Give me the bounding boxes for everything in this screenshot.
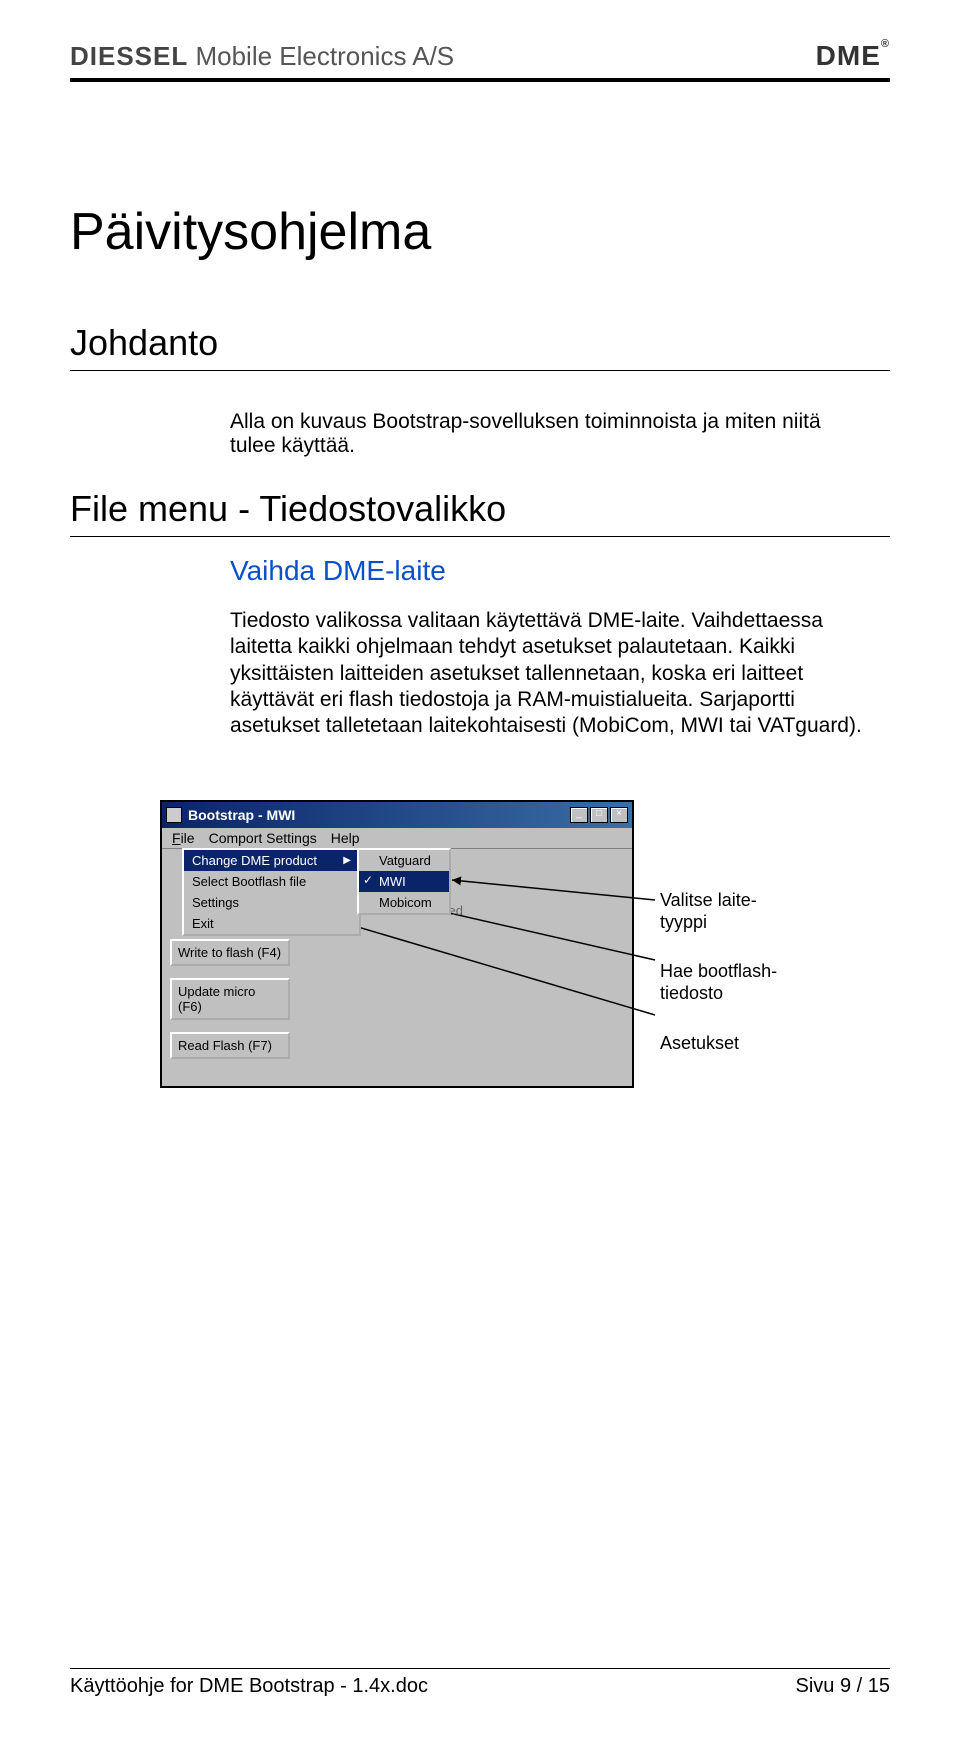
- read-flash-button[interactable]: Read Flash (F7): [170, 1032, 290, 1059]
- callout-device-type: Valitse laite-tyyppi: [660, 890, 800, 933]
- menu-file[interactable]: File: [166, 830, 201, 846]
- brand-left: DIESSEL Mobile Electronics A/S: [70, 41, 454, 72]
- brand-dme: DME: [816, 40, 881, 71]
- menu-item-label: Settings: [192, 895, 239, 910]
- titlebar: Bootstrap - MWI _ □ ×: [162, 802, 632, 828]
- callout-settings: Asetukset: [660, 1033, 800, 1055]
- app-icon: [166, 807, 182, 823]
- section-heading-intro: Johdanto: [70, 322, 890, 364]
- section-divider-2: [70, 536, 890, 537]
- callout-bootflash-file: Hae bootflash-tiedosto: [660, 961, 800, 1004]
- page-footer: Käyttöohje for DME Bootstrap - 1.4x.doc …: [70, 1668, 890, 1698]
- footer-right: Sivu 9 / 15: [795, 1675, 890, 1698]
- subheading-change-device: Vaihda DME-laite: [230, 555, 870, 587]
- menubar: File Comport Settings Help: [162, 828, 632, 849]
- menu-item-select-bootflash[interactable]: Select Bootflash file: [184, 871, 359, 892]
- footer-left: Käyttöohje for DME Bootstrap - 1.4x.doc: [70, 1675, 428, 1698]
- submenu-item-vatguard[interactable]: Vatguard: [359, 850, 449, 871]
- maximize-button[interactable]: □: [590, 807, 608, 823]
- minimize-button[interactable]: _: [570, 807, 588, 823]
- submenu-item-mwi[interactable]: MWI: [359, 871, 449, 892]
- write-flash-button[interactable]: Write to flash (F4): [170, 939, 290, 966]
- menu-item-exit[interactable]: Exit: [184, 913, 359, 934]
- submenu-arrow-icon: ▶: [343, 855, 351, 866]
- section-divider-1: [70, 370, 890, 371]
- document-header: DIESSEL Mobile Electronics A/S DME®: [70, 40, 890, 78]
- footer-divider: [70, 1668, 890, 1669]
- menu-item-settings[interactable]: Settings: [184, 892, 359, 913]
- menu-item-change-product[interactable]: Change DME product ▶: [184, 850, 359, 871]
- section-heading-filemenu: File menu - Tiedostovalikko: [70, 488, 890, 530]
- menu-comport[interactable]: Comport Settings: [203, 830, 323, 846]
- brand-subtitle: Mobile Electronics A/S: [188, 41, 454, 71]
- page-title: Päivitysohjelma: [70, 202, 890, 262]
- update-micro-button[interactable]: Update micro (F6): [170, 978, 290, 1020]
- screenshot-figure: Bootstrap - MWI _ □ × File Comport Setti…: [160, 800, 800, 1100]
- header-divider: [70, 78, 890, 82]
- menu-help[interactable]: Help: [325, 830, 366, 846]
- window-title: Bootstrap - MWI: [188, 807, 570, 823]
- callout-labels: Valitse laite-tyyppi Hae bootflash-tiedo…: [660, 890, 800, 1082]
- file-dropdown-menu: Change DME product ▶ Select Bootflash fi…: [182, 848, 361, 936]
- menu-item-label: Exit: [192, 916, 214, 931]
- app-window: Bootstrap - MWI _ □ × File Comport Setti…: [160, 800, 634, 1088]
- product-submenu: Vatguard MWI Mobicom: [357, 848, 451, 915]
- body-text: Tiedosto valikossa valitaan käytettävä D…: [230, 608, 870, 739]
- menu-item-label: Select Bootflash file: [192, 874, 306, 889]
- brand-diessel: DIESSEL: [70, 41, 188, 71]
- menu-item-label: Change DME product: [192, 853, 317, 868]
- brand-right: DME®: [816, 40, 890, 72]
- reg-mark: ®: [881, 38, 890, 50]
- submenu-item-mobicom[interactable]: Mobicom: [359, 892, 449, 913]
- intro-text: Alla on kuvaus Bootstrap-sovelluksen toi…: [230, 410, 870, 458]
- close-button[interactable]: ×: [610, 807, 628, 823]
